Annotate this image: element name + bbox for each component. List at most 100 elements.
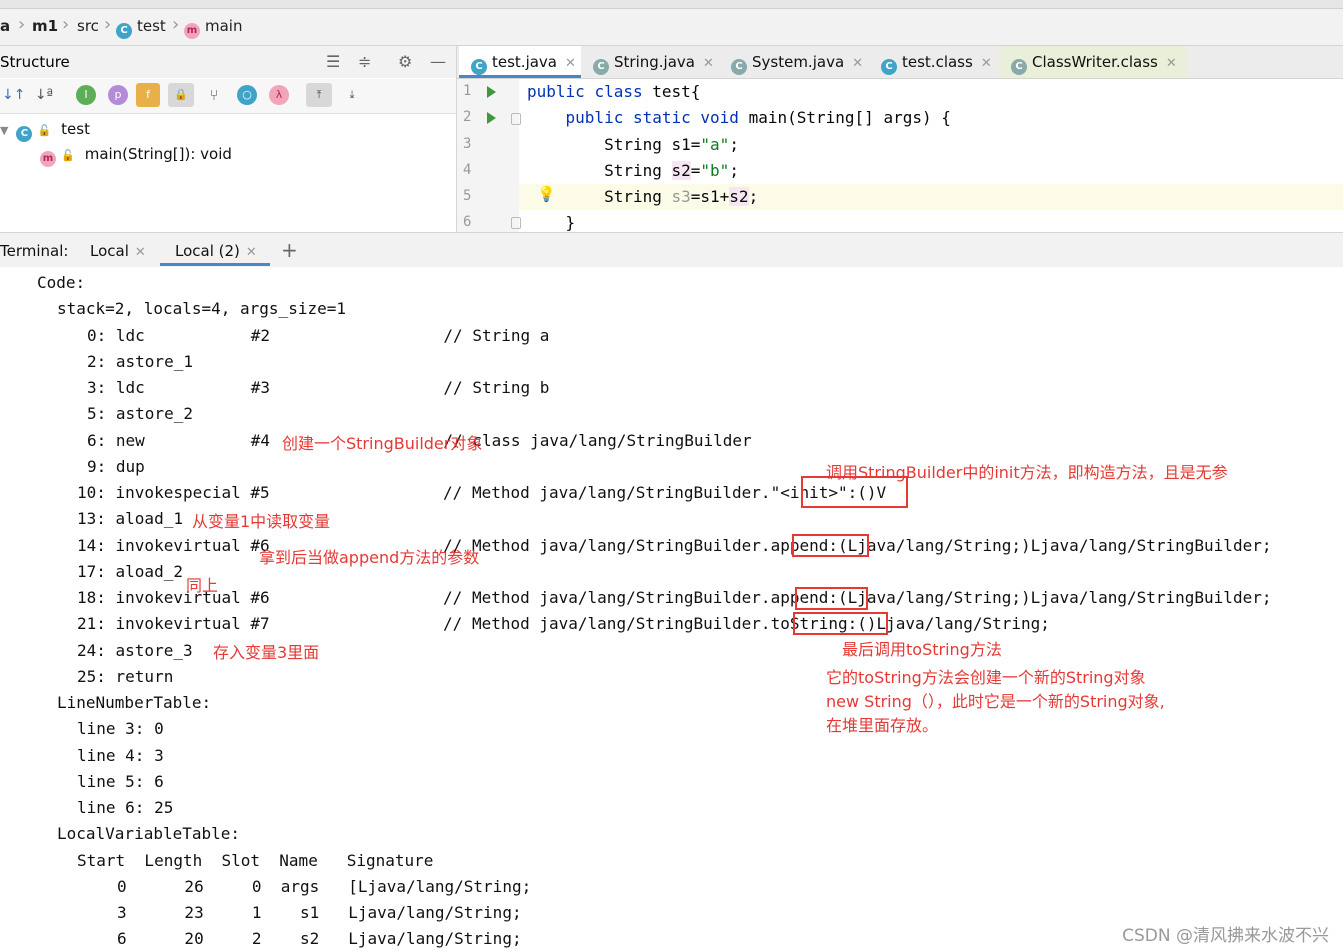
class-icon: C <box>881 59 897 75</box>
annotation-tostring-desc-2: new String（），此时它是一个新的String对象, <box>826 692 1165 711</box>
show-lambdas-icon[interactable]: ○ <box>237 85 257 105</box>
tab-string-java[interactable]: C String.java ✕ <box>581 46 724 78</box>
public-lock-icon: 🔓 <box>37 124 52 137</box>
terminal-line: Start Length Slot Name Signature <box>77 851 434 870</box>
add-terminal-button[interactable]: + <box>281 238 298 262</box>
lambda-icon[interactable]: λ <box>269 85 289 105</box>
code-line-1[interactable]: public class test{ <box>527 82 700 101</box>
code-line-3[interactable]: String s1="a"; <box>527 135 739 154</box>
close-icon[interactable]: ✕ <box>981 56 992 71</box>
terminal-line: 14: invokevirtual #6 // Method java/lang… <box>77 536 1272 555</box>
tab-label: test.java <box>492 53 558 71</box>
code-line-4[interactable]: String s2="b"; <box>527 161 739 180</box>
code-line-6[interactable]: } <box>527 213 576 232</box>
close-icon[interactable]: ✕ <box>565 56 576 71</box>
terminal-output[interactable]: Code: stack=2, locals=4, args_size=1 0: … <box>0 267 1343 952</box>
line-number: 5 <box>463 188 472 204</box>
show-non-public-icon[interactable]: 🔒 <box>168 83 194 107</box>
line-number: 2 <box>463 109 472 125</box>
sort-alphabetically-icon[interactable]: ↓ª <box>34 85 54 105</box>
editor-tabs: Ctest.java ✕ C String.java ✕ C System.java ✕ … <box>457 46 1343 79</box>
breadcrumb-separator: › <box>172 14 180 35</box>
tree-expand-icon[interactable]: ▼ <box>0 124 8 137</box>
tab-test-java[interactable]: Ctest.java ✕ <box>459 46 586 78</box>
show-anonymous-icon[interactable]: ⑂ <box>204 85 224 105</box>
code-line-2[interactable]: public static void main(String[] args) { <box>527 108 951 127</box>
code-token: String <box>604 161 662 180</box>
terminal-line: 3: ldc #3 // String b <box>87 378 550 397</box>
tab-system-java[interactable]: C System.java ✕ <box>719 46 874 78</box>
terminal-line: 0 26 0 args [Ljava/lang/String; <box>117 877 532 896</box>
highlight-box-tostring <box>793 612 888 635</box>
show-properties-icon[interactable]: p <box>108 85 128 105</box>
close-icon[interactable]: ✕ <box>703 56 714 71</box>
close-icon[interactable]: ✕ <box>1166 56 1177 71</box>
terminal-line: 3 23 1 s1 Ljava/lang/String; <box>117 903 522 922</box>
run-icon[interactable] <box>487 112 496 124</box>
fold-icon[interactable] <box>511 217 521 229</box>
breadcrumb-module[interactable]: m1 <box>32 17 58 35</box>
class-icon: C <box>1011 59 1027 75</box>
terminal-line: line 5: 6 <box>77 772 164 791</box>
structure-panel: Structure ☰ ≑ ⚙ — ↓↑ ↓ª I p f 🔒 ⑂ ○ λ ⤒ … <box>0 46 457 232</box>
breadcrumb-class[interactable]: Ctest <box>116 17 166 39</box>
terminal-line: 25: return <box>77 667 174 686</box>
breadcrumb-separator: › <box>104 14 112 35</box>
run-icon[interactable] <box>487 86 496 98</box>
tree-item-method[interactable]: m 🔓 main(String[]): void <box>40 145 232 167</box>
close-icon[interactable]: ✕ <box>135 245 146 260</box>
breadcrumb-bar: a › m1 › src › Ctest › m main <box>0 0 1343 46</box>
terminal-line: stack=2, locals=4, args_size=1 <box>57 299 346 318</box>
autoscroll-to-source-icon[interactable]: ⤒ <box>306 83 332 107</box>
show-inherited-icon[interactable]: I <box>76 85 96 105</box>
terminal-line: 10: invokespecial #5 // Method java/lang… <box>77 483 887 502</box>
fold-icon[interactable] <box>511 113 521 125</box>
code-token: ; <box>729 135 739 154</box>
show-fields-icon[interactable]: f <box>136 83 160 107</box>
tab-classwriter-class[interactable]: C ClassWriter.class ✕ <box>999 46 1187 78</box>
close-icon[interactable]: ✕ <box>852 56 863 71</box>
terminal-line: 9: dup <box>87 457 145 476</box>
structure-header: Structure ☰ ≑ ⚙ — <box>0 46 456 78</box>
code-token: static <box>632 108 691 127</box>
tree-item-class[interactable]: ▼ C 🔓 test <box>0 120 90 142</box>
code-token: ; <box>748 187 759 206</box>
code-line-5[interactable]: String s3=s1+s2; <box>527 187 758 206</box>
terminal-line: 5: astore_2 <box>87 404 193 423</box>
minimize-icon[interactable]: — <box>430 52 446 71</box>
expand-all-icon[interactable]: ☰ <box>326 52 340 71</box>
annotation-aload1: 从变量1中读取变量 <box>192 512 331 531</box>
class-icon: C <box>471 59 487 75</box>
autoscroll-from-source-icon[interactable]: ⤓ <box>342 85 362 105</box>
breadcrumb-project[interactable]: a <box>0 17 10 35</box>
code-token: test{ <box>652 82 701 101</box>
code-token: public <box>527 82 585 101</box>
terminal-tab-local-2[interactable]: Local (2) ✕ <box>175 242 257 260</box>
collapse-all-icon[interactable]: ≑ <box>358 52 371 71</box>
editor-gutter: 1 2 3 4 5 💡 6 <box>457 79 556 232</box>
terminal-tab-local[interactable]: Local ✕ <box>90 242 146 260</box>
code-token: void <box>700 108 739 127</box>
code-token: ; <box>729 161 739 180</box>
gear-icon[interactable]: ⚙ <box>398 52 412 71</box>
tab-label: String.java <box>614 53 695 71</box>
class-icon: C <box>16 126 33 142</box>
breadcrumb-src[interactable]: src <box>77 17 99 35</box>
code-token: s3 <box>671 187 691 206</box>
sort-by-visibility-icon[interactable]: ↓↑ <box>2 85 25 105</box>
method-icon: m <box>40 151 56 167</box>
breadcrumb-method[interactable]: m main <box>184 17 242 39</box>
tab-test-class[interactable]: Ctest.class ✕ <box>869 46 1002 78</box>
close-icon[interactable]: ✕ <box>246 245 257 260</box>
tree-item-label: test <box>61 120 90 138</box>
tab-label: ClassWriter.class <box>1032 53 1158 71</box>
annotation-same: 同上 <box>186 576 219 595</box>
tree-item-label: main(String[]): void <box>84 145 232 163</box>
line-number: 6 <box>463 214 472 230</box>
public-lock-icon: 🔓 <box>61 149 75 162</box>
code-token: = <box>690 135 701 154</box>
terminal-tab-label: Local <box>90 242 129 260</box>
breadcrumb-class-label: test <box>137 17 166 35</box>
terminal-line: 18: invokevirtual #6 // Method java/lang… <box>77 588 1272 607</box>
class-icon: C <box>731 59 747 75</box>
